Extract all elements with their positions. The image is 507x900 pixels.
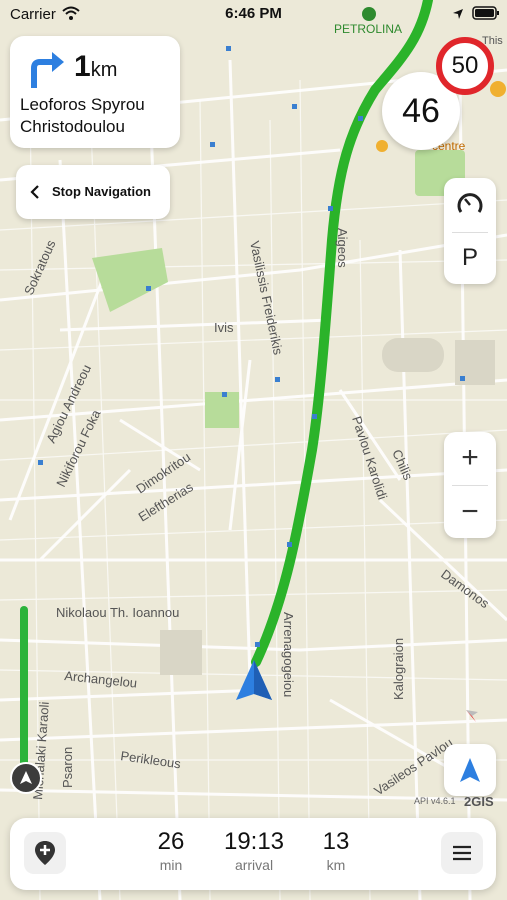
duration-stat: 26 min (144, 828, 198, 873)
menu-icon (453, 845, 471, 861)
compass-icon[interactable] (462, 706, 482, 726)
clock: 6:46 PM (225, 5, 282, 22)
api-version: API v4.6.1 (414, 796, 456, 806)
trip-info-bar: 26 min 19:13 arrival 13 km (10, 818, 496, 890)
my-location-icon (460, 758, 480, 782)
zoom-out-button[interactable]: − (444, 486, 496, 538)
speed-limit-sign: 50 (436, 37, 494, 95)
divider (452, 232, 488, 233)
duration-value: 26 (157, 828, 185, 855)
add-place-icon (35, 841, 55, 865)
distance-stat: 13 km (308, 828, 364, 873)
stop-navigation-button[interactable]: Stop Navigation (16, 165, 170, 219)
maneuver-street: Leoforos Spyrou Christodoulou (20, 95, 145, 136)
battery-icon (472, 6, 499, 20)
stop-navigation-label: Stop Navigation (52, 184, 151, 199)
street-psaron: Psaron (60, 747, 75, 788)
menu-button[interactable] (441, 832, 483, 874)
add-place-button[interactable] (24, 832, 66, 874)
maneuver-card: 1km Leoforos Spyrou Christodoulou (10, 36, 180, 148)
chevron-left-icon (30, 185, 39, 199)
duration-unit: min (159, 857, 183, 873)
location-arrow-icon (453, 9, 463, 19)
street-nikolaou: Nikolaou Th. Ioannou (56, 605, 179, 620)
street-aigeos: Aigeos (335, 228, 350, 268)
maneuver-distance-value: 1 (74, 50, 91, 83)
my-location-button[interactable] (444, 744, 496, 796)
street-kalograion: Kalograion (391, 638, 406, 700)
status-bar: Carrier 6:46 PM (0, 0, 507, 28)
street-ivis: Ivis (214, 320, 234, 335)
2gis-logo: 2GIS (464, 794, 494, 809)
maneuver-distance: 1km (74, 50, 117, 84)
arrival-stat: 19:13 arrival (218, 828, 290, 873)
progress-position-icon (10, 762, 42, 794)
street-arrenagogeiou: Arrenagogeiou (281, 612, 296, 697)
zoom-in-button[interactable]: + (444, 432, 496, 484)
arrival-value: 19:13 (223, 828, 285, 855)
zoom-controls: + − (444, 432, 496, 538)
speedometer-icon[interactable] (456, 190, 484, 218)
turn-right-arrow-icon (31, 52, 64, 88)
distance-value: 13 (322, 828, 350, 855)
route-progress-bar (20, 606, 28, 766)
parking-button[interactable]: P (444, 236, 496, 280)
distance-unit: km (326, 857, 346, 873)
side-buttons: P (444, 178, 496, 284)
maneuver-distance-unit: km (90, 59, 118, 81)
arrival-label: arrival (234, 857, 274, 873)
